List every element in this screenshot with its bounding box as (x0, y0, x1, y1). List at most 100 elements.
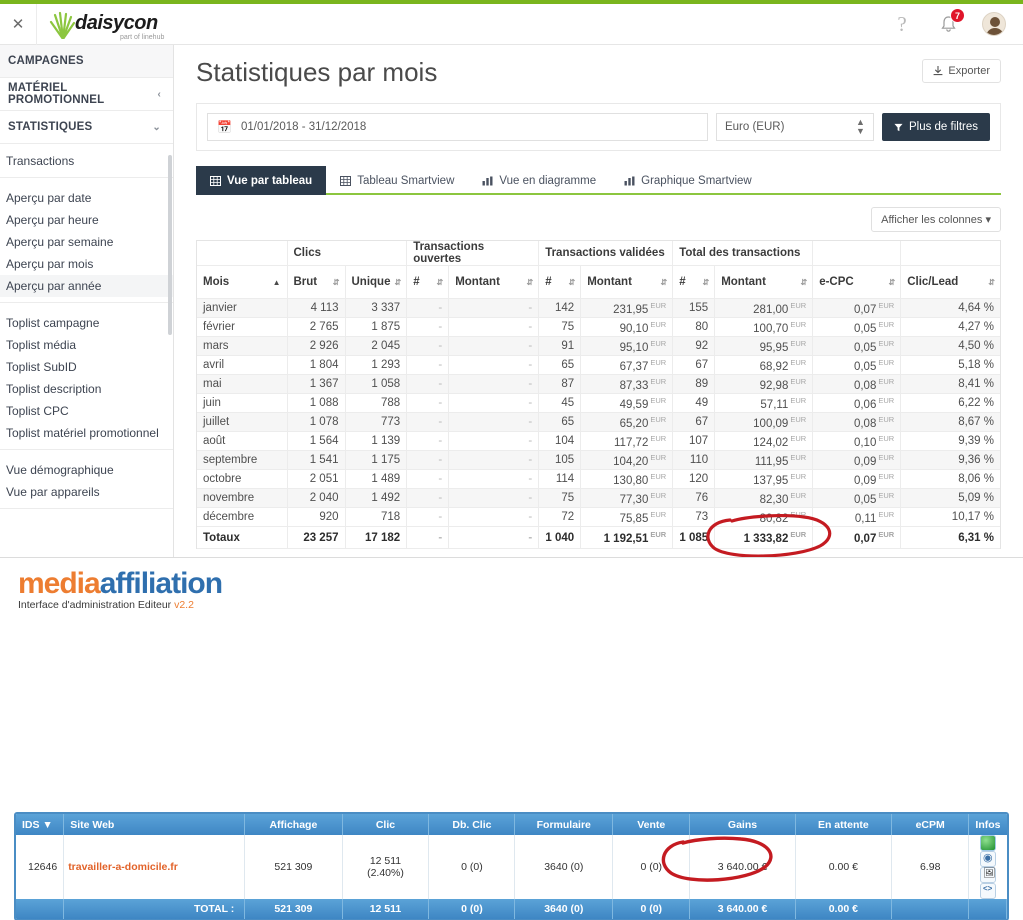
table-row[interactable]: juillet 1 078 773- -65 65,20 EUR 67 100,09 EUR 0,… (197, 412, 1000, 432)
sidebar-section-materiel-promotionnel[interactable]: MATÉRIEL PROMOTIONNEL ‹ (0, 78, 173, 111)
cell-ouvertes-count: - (406, 412, 450, 432)
col-header-clic-lead[interactable]: Clic/Lead ⇵ (900, 265, 1000, 299)
detail-col-header[interactable]: IDS ▼ (16, 814, 65, 835)
sidebar-item-transactions[interactable]: Transactions (0, 150, 173, 172)
sidebar-item-toplist-cpc[interactable]: Toplist CPC (0, 400, 173, 422)
cell-total-count: 107 (672, 431, 716, 451)
cell-validees-count: 72 (538, 507, 582, 527)
tab-graphique-smartview[interactable]: Graphique Smartview (610, 166, 766, 195)
cell-clic-lead: 4,64 % (900, 298, 1000, 318)
code-icon[interactable] (979, 883, 996, 899)
date-range-value: 01/01/2018 - 31/12/2018 (240, 121, 367, 133)
sidebar-item-toplist-materiel-promotionnel[interactable]: Toplist matériel promotionnel (0, 422, 173, 444)
sidebar-item-toplist-media[interactable]: Toplist média (0, 334, 173, 356)
cell-brut: 1 088 (287, 393, 346, 413)
table-row[interactable]: août 1 564 1 139- -104 117,72 EUR 107 124,02 EUR… (197, 431, 1000, 451)
cell-validees-montant: 67,37 EUR (580, 355, 674, 375)
tab-vue-par-tableau[interactable]: Vue par tableau (196, 166, 327, 195)
sidebar-item-apercu-par-semaine[interactable]: Aperçu par semaine (0, 231, 173, 253)
show-columns-button[interactable]: Afficher les colonnes ▾ (871, 207, 1001, 232)
cell-ecpc: 0,05 EUR (812, 336, 902, 356)
sidebar-item-vue-demographique[interactable]: Vue démographique (0, 459, 173, 481)
currency-suffix: EUR (878, 530, 895, 540)
cell-brut: 1 804 (287, 355, 346, 375)
sidebar-item-apercu-par-annee[interactable]: Aperçu par année (0, 275, 173, 297)
mediaffiliation-logo[interactable]: mediaaffiliation Interface d'administrat… (18, 567, 223, 611)
daisycon-logo[interactable]: daisycon part of linehub (36, 3, 186, 45)
col-header-ouvertes-montant[interactable]: Montant ⇵ (448, 265, 540, 299)
detail-col-header[interactable]: Affichage (244, 814, 343, 835)
date-range-input[interactable]: 📅 01/01/2018 - 31/12/2018 (207, 113, 708, 141)
detail-col-header[interactable]: Infos (968, 814, 1007, 835)
col-header-total-count[interactable]: # ⇵ (672, 265, 716, 299)
detail-col-header[interactable]: Db. Clic (428, 814, 516, 835)
detail-col-header[interactable]: eCPM (891, 814, 970, 835)
cell-validees-count: 114 (538, 469, 582, 489)
table-row[interactable]: octobre 2 051 1 489- -114 130,80 EUR 120 137,95… (197, 469, 1000, 489)
sidebar-section-campagnes[interactable]: CAMPAGNES (0, 45, 173, 78)
sidebar-item-toplist-campagne[interactable]: Toplist campagne (0, 312, 173, 334)
sidebar-item-toplist-subid[interactable]: Toplist SubID (0, 356, 173, 378)
table-row[interactable]: avril 1 804 1 293- -65 67,37 EUR 67 68,92 EUR 0,0… (197, 355, 1000, 375)
cell-validees-count: 65 (538, 412, 582, 432)
logo-part-media: media (18, 567, 101, 600)
detail-col-header[interactable]: Gains (689, 814, 796, 835)
table-row[interactable]: janvier 4 113 3 337- -142 231,95 EUR 155 281,00… (197, 298, 1000, 318)
globe-icon[interactable] (979, 835, 996, 851)
currency-select[interactable]: Euro (EUR) ▲ ▼ (715, 113, 874, 141)
detail-total-formulaire: 3640 (0) (514, 899, 614, 919)
col-header-mois[interactable]: Mois ▲ (197, 265, 288, 299)
tab-label: Vue en diagramme (499, 175, 597, 187)
detail-col-header[interactable]: Formulaire (514, 814, 614, 835)
cell-clic-lead: 4,50 % (900, 336, 1000, 356)
table-row[interactable]: mars 2 926 2 045- -91 95,10 EUR 92 95,95 EUR 0,05… (197, 336, 1000, 356)
sidebar-item-apercu-par-date[interactable]: Aperçu par date (0, 187, 173, 209)
currency-suffix: EUR (878, 395, 895, 405)
detail-col-header[interactable]: Site Web (63, 814, 246, 835)
export-button[interactable]: Exporter (922, 59, 1001, 83)
table-row[interactable]: février 2 765 1 875- -75 90,10 EUR 80 100,70 EUR… (197, 317, 1000, 337)
detail-col-header[interactable]: Clic (342, 814, 430, 835)
site-link[interactable]: travailler-a-domicile.fr (68, 861, 178, 873)
table-row[interactable]: juin 1 088 788- -45 49,59 EUR 49 57,11 EUR 0,06 EU… (197, 393, 1000, 413)
table-row[interactable]: novembre 2 040 1 492- -75 77,30 EUR 76 82,30 EUR… (197, 488, 1000, 508)
col-header-unique[interactable]: Unique ⇵ (345, 265, 408, 299)
cell-ecpc: 0,09 EUR (812, 450, 902, 470)
user-menu-button[interactable] (981, 11, 1007, 37)
sidebar-item-apercu-par-mois[interactable]: Aperçu par mois (0, 253, 173, 275)
detail-col-header[interactable]: Vente (612, 814, 691, 835)
sidebar-section-statistiques[interactable]: STATISTIQUES ⌄ (0, 111, 173, 144)
sidebar-item-label: Aperçu par semaine (6, 235, 114, 249)
clic-percent: (2.40%) (367, 867, 404, 879)
tab-tableau-smartview[interactable]: Tableau Smartview (326, 166, 468, 195)
col-header-brut[interactable]: Brut ⇵ (287, 265, 346, 299)
table-row[interactable]: septembre 1 541 1 175- -105 104,20 EUR 110 111,… (197, 450, 1000, 470)
help-button[interactable]: ? (889, 11, 915, 37)
screenshot-icon[interactable] (979, 867, 996, 883)
notifications-button[interactable]: 7 (935, 8, 965, 37)
detail-table-row[interactable]: 12646 travailler-a-domicile.fr 521 309 12 5… (16, 835, 1007, 899)
sidebar-item-toplist-description[interactable]: Toplist description (0, 378, 173, 400)
detail-total-affichage: 521 309 (244, 899, 343, 919)
cell-unique: 1 139 (345, 431, 408, 451)
eye-icon[interactable] (979, 851, 996, 867)
col-header-validees-count[interactable]: # ⇵ (538, 265, 582, 299)
col-header-ouvertes-count[interactable]: # ⇵ (406, 265, 450, 299)
detail-total-clic: 12 511 (342, 899, 430, 919)
more-filters-button[interactable]: Plus de filtres (881, 113, 990, 141)
col-header-total-montant[interactable]: Montant ⇵ (714, 265, 814, 299)
table-row[interactable]: mai 1 367 1 058- -87 87,33 EUR 89 92,98 EUR 0,08 E… (197, 374, 1000, 394)
close-icon[interactable]: ✕ (0, 4, 36, 45)
col-label: # (545, 276, 552, 288)
tab-vue-en-diagramme[interactable]: Vue en diagramme (468, 166, 610, 195)
sidebar-scrollbar[interactable] (168, 155, 172, 335)
detail-col-header[interactable]: En attente (795, 814, 892, 835)
cell-ecpc: 0,05 EUR (812, 317, 902, 337)
col-header-ecpc[interactable]: e-CPC ⇵ (812, 265, 902, 299)
table-row[interactable]: décembre 920 718- -72 75,85 EUR 73 80,82 EUR 0,11… (197, 507, 1000, 527)
cell-validees-montant: 75,85 EUR (580, 507, 674, 527)
sidebar-item-vue-par-appareils[interactable]: Vue par appareils (0, 481, 173, 503)
sidebar-item-apercu-par-heure[interactable]: Aperçu par heure (0, 209, 173, 231)
cell-ecpc: 0,05 EUR (812, 488, 902, 508)
col-header-validees-montant[interactable]: Montant ⇵ (580, 265, 674, 299)
